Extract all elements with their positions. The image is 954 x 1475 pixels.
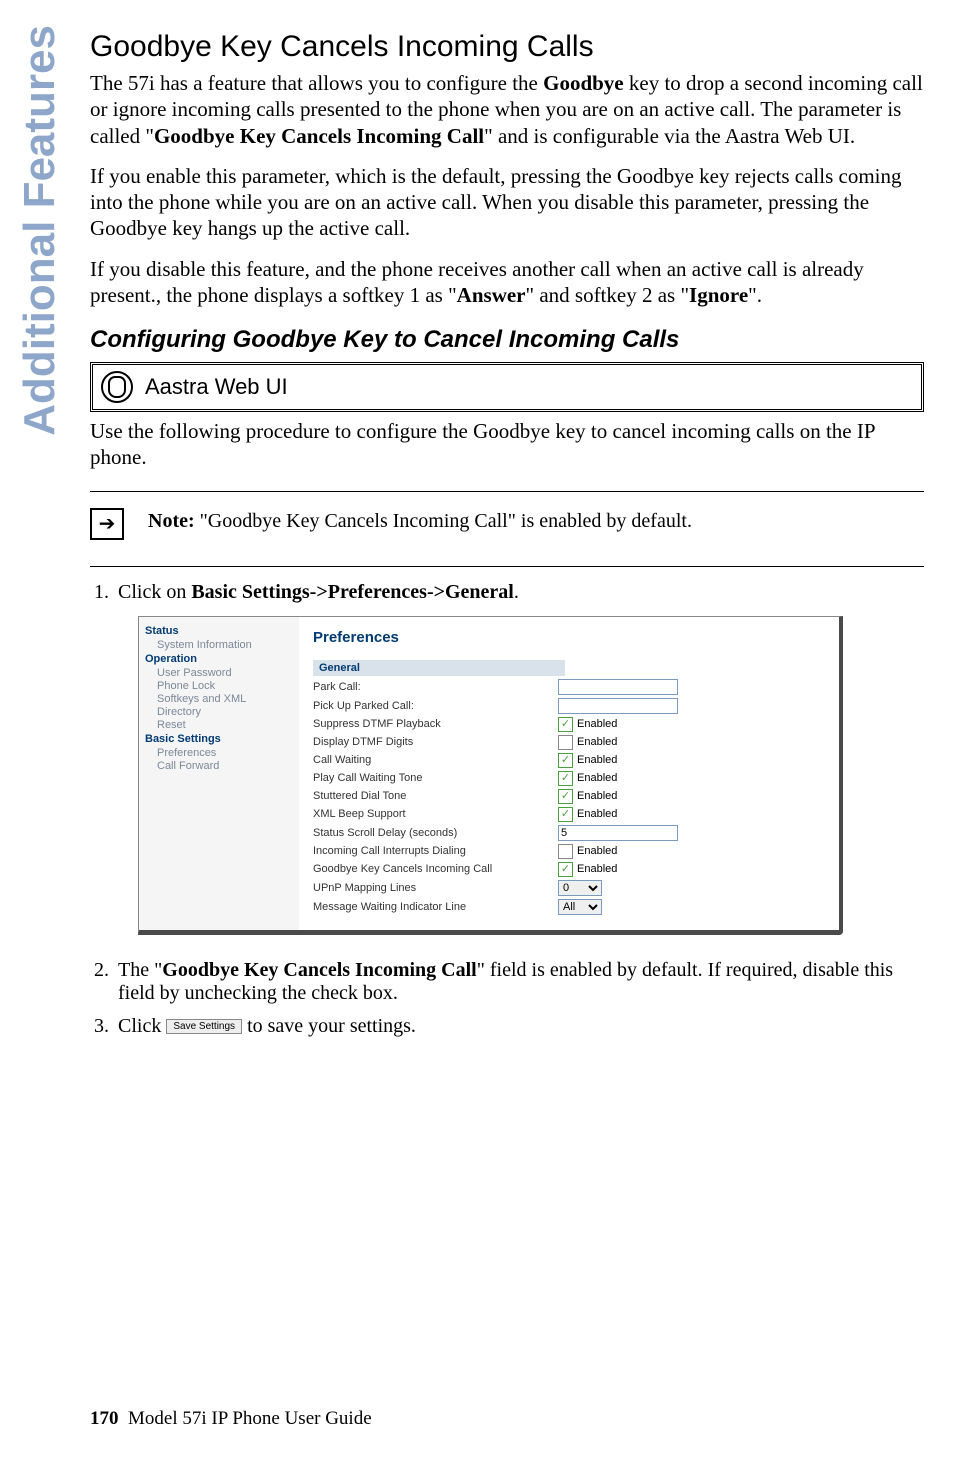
sidebar-heading-status: Status xyxy=(145,625,295,637)
pref-label: Display DTMF Digits xyxy=(313,736,558,748)
fig-sidebar: Status System Information Operation User… xyxy=(139,617,299,930)
pref-label: Play Call Waiting Tone xyxy=(313,772,558,784)
pref-label: Call Waiting xyxy=(313,754,558,766)
pref-text-input[interactable] xyxy=(558,698,678,714)
preferences-title: Preferences xyxy=(313,629,825,646)
pref-label: Park Call: xyxy=(313,681,558,693)
pref-label: Status Scroll Delay (seconds) xyxy=(313,827,558,839)
pref-text-input[interactable] xyxy=(558,679,678,695)
side-tab-label: Additional Features xyxy=(15,25,65,436)
paragraph-intro2: Use the following procedure to configure… xyxy=(90,418,924,471)
paragraph-3: If you disable this feature, and the pho… xyxy=(90,256,924,309)
pref-label: Goodbye Key Cancels Incoming Call xyxy=(313,863,558,875)
sidebar-heading-operation: Operation xyxy=(145,653,295,665)
pref-label: Suppress DTMF Playback xyxy=(313,718,558,730)
sidebar-item[interactable]: Call Forward xyxy=(157,760,295,772)
pref-label: Pick Up Parked Call: xyxy=(313,700,558,712)
paragraph-1: The 57i has a feature that allows you to… xyxy=(90,70,924,149)
step-2: The "Goodbye Key Cancels Incoming Call" … xyxy=(114,959,924,1005)
pref-row: Message Waiting Indicator LineAll xyxy=(313,899,825,915)
paragraph-2: If you enable this parameter, which is t… xyxy=(90,163,924,242)
preferences-screenshot: Status System Information Operation User… xyxy=(138,616,843,935)
pref-label: UPnP Mapping Lines xyxy=(313,882,558,894)
pref-checkbox-label: Enabled xyxy=(577,754,617,766)
pref-checkbox[interactable]: ✓ xyxy=(558,753,573,768)
pref-row: UPnP Mapping Lines0 xyxy=(313,880,825,896)
arrow-right-icon: ➔ xyxy=(90,508,124,540)
pref-label: Incoming Call Interrupts Dialing xyxy=(313,845,558,857)
pref-text-input[interactable] xyxy=(558,825,678,841)
pref-label: Message Waiting Indicator Line xyxy=(313,901,558,913)
sidebar-item[interactable]: Reset xyxy=(157,719,295,731)
sidebar-heading-basic: Basic Settings xyxy=(145,733,295,745)
steps-list: Click on Basic Settings->Preferences->Ge… xyxy=(90,581,924,1038)
pref-row: Incoming Call Interrupts Dialing Enabled xyxy=(313,844,825,859)
pref-checkbox-label: Enabled xyxy=(577,790,617,802)
pref-select[interactable]: 0 xyxy=(558,880,602,896)
pref-checkbox-label: Enabled xyxy=(577,808,617,820)
rule xyxy=(90,566,924,567)
pref-checkbox[interactable]: ✓ xyxy=(558,807,573,822)
pref-checkbox-label: Enabled xyxy=(577,718,617,730)
mouse-icon xyxy=(101,371,133,403)
pref-row: Park Call: xyxy=(313,679,825,695)
sidebar-item[interactable]: User Password xyxy=(157,667,295,679)
save-settings-button[interactable]: Save Settings xyxy=(166,1019,242,1034)
pref-row: Call Waiting✓ Enabled xyxy=(313,753,825,768)
sidebar-item[interactable]: Directory xyxy=(157,706,295,718)
pref-row: Display DTMF Digits Enabled xyxy=(313,735,825,750)
pref-checkbox-label: Enabled xyxy=(577,863,617,875)
webui-label: Aastra Web UI xyxy=(145,374,288,400)
step-3: Click Save Settings to save your setting… xyxy=(114,1015,924,1038)
pref-checkbox[interactable]: ✓ xyxy=(558,771,573,786)
pref-checkbox-label: Enabled xyxy=(577,736,617,748)
page-number: 170 xyxy=(90,1408,119,1429)
pref-checkbox-label: Enabled xyxy=(577,772,617,784)
page-footer: 170 Model 57i IP Phone User Guide xyxy=(90,1408,372,1430)
pref-row: Play Call Waiting Tone✓ Enabled xyxy=(313,771,825,786)
pref-row: Suppress DTMF Playback✓ Enabled xyxy=(313,717,825,732)
pref-row: Stuttered Dial Tone✓ Enabled xyxy=(313,789,825,804)
pref-checkbox[interactable]: ✓ xyxy=(558,862,573,877)
pref-row: Goodbye Key Cancels Incoming Call✓ Enable… xyxy=(313,862,825,877)
webui-bar: Aastra Web UI xyxy=(90,362,924,412)
sidebar-item[interactable]: Phone Lock xyxy=(157,680,295,692)
note-row: ➔ Note: "Goodbye Key Cancels Incoming Ca… xyxy=(90,502,924,546)
sidebar-item[interactable]: System Information xyxy=(157,639,295,651)
fig-main: Preferences General Park Call: Pick Up Pa… xyxy=(299,617,839,930)
pref-select[interactable]: All xyxy=(558,899,602,915)
section-subtitle: Configuring Goodbye Key to Cancel Incomi… xyxy=(90,326,924,354)
pref-checkbox[interactable] xyxy=(558,735,573,750)
page-title: Goodbye Key Cancels Incoming Calls xyxy=(90,30,924,64)
general-heading: General xyxy=(313,660,565,676)
footer-title: Model 57i IP Phone User Guide xyxy=(128,1408,372,1429)
note-text: Note: "Goodbye Key Cancels Incoming Call… xyxy=(148,510,692,533)
pref-label: XML Beep Support xyxy=(313,808,558,820)
pref-checkbox-label: Enabled xyxy=(577,845,617,857)
pref-row: XML Beep Support✓ Enabled xyxy=(313,807,825,822)
step-1: Click on Basic Settings->Preferences->Ge… xyxy=(114,581,924,935)
pref-row: Pick Up Parked Call: xyxy=(313,698,825,714)
pref-label: Stuttered Dial Tone xyxy=(313,790,558,802)
pref-row: Status Scroll Delay (seconds) xyxy=(313,825,825,841)
sidebar-item[interactable]: Softkeys and XML xyxy=(157,693,295,705)
pref-checkbox[interactable]: ✓ xyxy=(558,717,573,732)
sidebar-item[interactable]: Preferences xyxy=(157,747,295,759)
pref-checkbox[interactable] xyxy=(558,844,573,859)
pref-checkbox[interactable]: ✓ xyxy=(558,789,573,804)
rule xyxy=(90,491,924,492)
